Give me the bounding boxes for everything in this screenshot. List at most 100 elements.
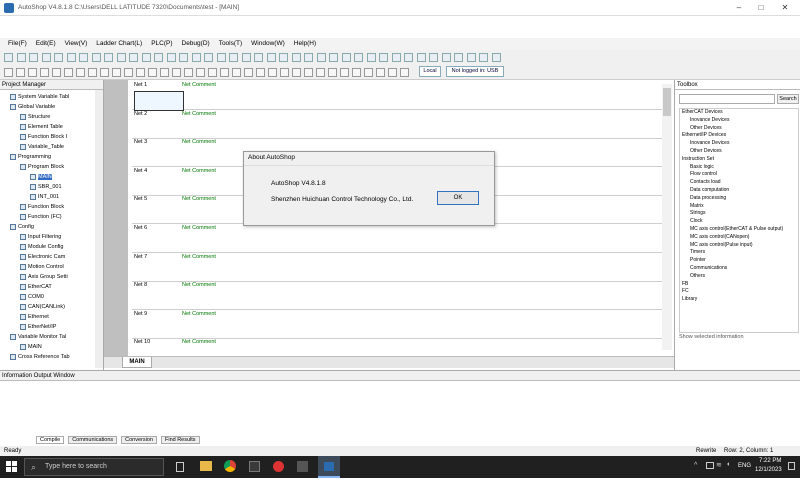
ladder-network[interactable]: Net 6 Net Comment xyxy=(132,224,663,253)
battery-icon[interactable] xyxy=(706,462,714,469)
project-tree-item[interactable]: EtherNet/IP xyxy=(0,322,103,332)
toolbar-icon[interactable] xyxy=(379,53,388,62)
ladder-network[interactable]: Net 2 Net Comment xyxy=(132,110,663,139)
toolbox-item[interactable]: MC axis control(CANopen) xyxy=(680,234,798,242)
volume-icon[interactable]: ◖ xyxy=(726,461,730,468)
ladder-tool-icon[interactable] xyxy=(400,68,409,77)
network-comment[interactable]: Net Comment xyxy=(182,225,216,231)
ladder-tool-icon[interactable] xyxy=(292,68,301,77)
close-button[interactable]: ✕ xyxy=(776,2,794,14)
network-comment[interactable]: Net Comment xyxy=(182,168,216,174)
toolbar-icon[interactable] xyxy=(341,53,351,62)
toolbar-icon[interactable] xyxy=(454,53,463,62)
ok-button[interactable]: OK xyxy=(437,191,479,205)
ladder-tool-icon[interactable] xyxy=(208,68,217,77)
ladder-tool-icon[interactable] xyxy=(244,68,253,77)
menu-item[interactable]: Edit(E) xyxy=(36,39,56,49)
toolbox-item[interactable]: Timers xyxy=(680,249,798,257)
project-tree-item[interactable]: EtherCAT xyxy=(0,282,103,292)
toolbar-icon[interactable] xyxy=(391,53,401,62)
project-tree-item[interactable]: System Variable Tabl xyxy=(0,92,103,102)
ladder-tool-icon[interactable] xyxy=(88,68,97,77)
ladder-tool-icon[interactable] xyxy=(124,68,133,77)
project-tree-item[interactable]: Global Variable xyxy=(0,102,103,112)
ladder-tool-icon[interactable] xyxy=(76,68,85,77)
selected-cell[interactable] xyxy=(134,91,184,111)
project-tree-item[interactable]: Structure xyxy=(0,112,103,122)
toolbar-icon[interactable] xyxy=(329,53,338,62)
ladder-tool-icon[interactable] xyxy=(184,68,193,77)
ladder-tool-icon[interactable] xyxy=(232,68,241,77)
toolbox-item[interactable]: Instruction Set xyxy=(680,156,798,164)
project-scrollbar[interactable] xyxy=(95,90,103,368)
ladder-tool-icon[interactable] xyxy=(340,68,349,77)
info-tab[interactable]: Conversion xyxy=(121,436,157,444)
info-tab[interactable]: Communications xyxy=(68,436,118,444)
ladder-tool-icon[interactable] xyxy=(376,68,385,77)
toolbar-icon[interactable] xyxy=(404,53,413,62)
project-tree-item[interactable]: Program Block xyxy=(0,162,103,172)
ladder-tool-icon[interactable] xyxy=(280,68,289,77)
info-tab[interactable]: Compile xyxy=(36,436,65,444)
toolbar-icon[interactable] xyxy=(54,53,63,62)
menu-item[interactable]: Help(H) xyxy=(294,39,316,49)
project-tree-item[interactable]: INT_001 xyxy=(0,192,103,202)
toolbar-icon[interactable] xyxy=(141,53,151,62)
menu-item[interactable]: Debug(D) xyxy=(182,39,210,49)
toolbar-icon[interactable] xyxy=(354,53,363,62)
network-comment[interactable]: Net Comment xyxy=(182,339,216,345)
ladder-tool-icon[interactable] xyxy=(364,68,373,77)
minimize-button[interactable]: – xyxy=(730,2,748,14)
ladder-network[interactable]: Net 8 Net Comment xyxy=(132,281,663,311)
ladder-tool-icon[interactable] xyxy=(64,68,73,77)
project-tree-item[interactable]: Motion Control xyxy=(0,262,103,272)
toolbox-item[interactable]: Communications xyxy=(680,265,798,273)
ladder-network[interactable]: Net 7 Net Comment xyxy=(132,253,663,282)
project-tree-item[interactable]: Ethernet xyxy=(0,312,103,322)
toolbox-item[interactable]: Others xyxy=(680,273,798,281)
toolbar-icon[interactable] xyxy=(66,53,76,62)
project-tree-item[interactable]: Variable_Table xyxy=(0,142,103,152)
toolbox-item[interactable]: Pointer xyxy=(680,257,798,265)
toolbar-icon[interactable] xyxy=(104,53,113,62)
ladder-tool-icon[interactable] xyxy=(220,68,229,77)
toolbox-item[interactable]: Matrix xyxy=(680,203,798,211)
ladder-network[interactable]: Net 9 Net Comment xyxy=(132,310,663,339)
toolbar-icon[interactable] xyxy=(279,53,288,62)
project-tree-item[interactable]: Function (FC) xyxy=(0,212,103,222)
toolbar-icon[interactable] xyxy=(241,53,251,62)
toolbar-icon[interactable] xyxy=(366,53,376,62)
toolbox-item[interactable]: MC axis control(Pulse input) xyxy=(680,242,798,250)
toolbar-icon[interactable] xyxy=(304,53,313,62)
ladder-tool-icon[interactable] xyxy=(256,68,265,77)
taskbar-search[interactable]: ⌕ Type here to search xyxy=(24,458,164,476)
toolbar-icon[interactable] xyxy=(429,53,438,62)
toolbox-item[interactable]: Data processing xyxy=(680,195,798,203)
info-tab[interactable]: Find Results xyxy=(160,436,200,444)
toolbar-icon[interactable] xyxy=(191,53,201,62)
toolbar-icon[interactable] xyxy=(129,53,138,62)
menu-item[interactable]: PLC(P) xyxy=(151,39,172,49)
toolbar-icon[interactable] xyxy=(416,53,426,62)
toolbar-icon[interactable] xyxy=(79,53,88,62)
project-tree-item[interactable]: Config xyxy=(0,222,103,232)
ladder-tool-icon[interactable] xyxy=(112,68,121,77)
chrome-icon[interactable] xyxy=(224,460,236,472)
ladder-tool-icon[interactable] xyxy=(28,68,37,77)
project-tree-item[interactable]: MAIN xyxy=(0,342,103,352)
project-tree-item[interactable]: Variable Monitor Tal xyxy=(0,332,103,342)
ladder-tool-icon[interactable] xyxy=(160,68,169,77)
project-tree-item[interactable]: Module Config xyxy=(0,242,103,252)
toolbox-search-button[interactable]: Search xyxy=(777,94,799,104)
ladder-tool-icon[interactable] xyxy=(100,68,109,77)
toolbox-item[interactable]: Basic logic xyxy=(680,164,798,172)
toolbar-icon[interactable] xyxy=(291,53,301,62)
project-tree-item[interactable]: SBR_001 xyxy=(0,182,103,192)
toolbox-item[interactable]: Strings xyxy=(680,210,798,218)
ladder-tool-icon[interactable] xyxy=(388,68,397,77)
ladder-tool-icon[interactable] xyxy=(328,68,337,77)
network-comment[interactable]: Net Comment xyxy=(182,311,216,317)
network-comment[interactable]: Net Comment xyxy=(182,82,216,88)
ladder-tool-icon[interactable] xyxy=(40,68,49,77)
ladder-tool-icon[interactable] xyxy=(352,68,361,77)
